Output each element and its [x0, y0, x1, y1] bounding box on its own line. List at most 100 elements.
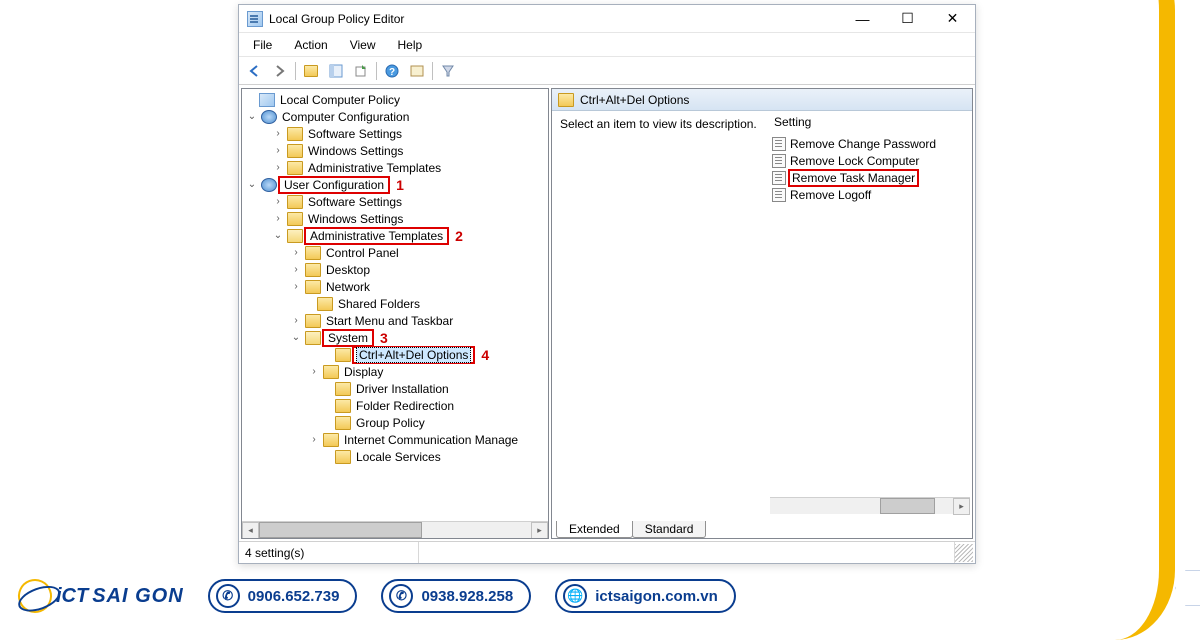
policy-icon [772, 188, 786, 202]
globe-icon: 🌐 [563, 584, 587, 608]
expand-icon[interactable]: › [290, 281, 302, 292]
setting-remove-lock-computer[interactable]: Remove Lock Computer [770, 152, 970, 169]
tree-scrollbar-h[interactable]: ◂ ▸ [242, 521, 548, 538]
tab-extended[interactable]: Extended [556, 521, 633, 538]
policy-icon [772, 154, 786, 168]
tree-cc-software[interactable]: ›Software Settings [242, 125, 548, 142]
folder-icon [558, 93, 574, 107]
expand-icon[interactable]: › [290, 264, 302, 275]
expand-icon[interactable]: ⌄ [246, 179, 258, 190]
tree-locale[interactable]: Locale Services [242, 448, 548, 465]
phone-1[interactable]: ✆0906.652.739 [208, 579, 358, 613]
menu-view[interactable]: View [340, 36, 386, 54]
tree-network[interactable]: ›Network [242, 278, 548, 295]
tree-start-menu[interactable]: ›Start Menu and Taskbar [242, 312, 548, 329]
tree-control-panel[interactable]: ›Control Panel [242, 244, 548, 261]
details-pane: Ctrl+Alt+Del Options Select an item to v… [551, 88, 973, 539]
phone-icon: ✆ [216, 584, 240, 608]
tree-uc-admin[interactable]: ⌄Administrative Templates2 [242, 227, 548, 244]
settings-column-header[interactable]: Setting [770, 113, 970, 135]
setting-remove-change-password[interactable]: Remove Change Password [770, 135, 970, 152]
annotation-1: 1 [396, 177, 404, 193]
phone-2[interactable]: ✆0938.928.258 [381, 579, 531, 613]
menu-action[interactable]: Action [284, 36, 337, 54]
scroll-left-icon[interactable]: ◂ [242, 522, 259, 539]
page-footer: iCT SAI GON ✆0906.652.739 ✆0938.928.258 … [0, 572, 1200, 620]
scroll-right-icon[interactable]: ▸ [953, 498, 970, 515]
expand-icon[interactable]: › [308, 366, 320, 377]
annotation-2: 2 [455, 228, 463, 244]
window-title: Local Group Policy Editor [269, 12, 840, 26]
tree-group-policy[interactable]: Group Policy [242, 414, 548, 431]
expand-icon[interactable]: › [272, 196, 284, 207]
toolbar: ? [239, 57, 975, 85]
tree-display[interactable]: ›Display [242, 363, 548, 380]
page-decoration [980, 0, 1200, 640]
expand-icon[interactable]: ⌄ [246, 111, 258, 122]
scroll-right-icon[interactable]: ▸ [531, 522, 548, 539]
close-button[interactable]: ✕ [930, 5, 975, 33]
tree-ctrl-alt-del[interactable]: Ctrl+Alt+Del Options4 [242, 346, 548, 363]
phone-icon: ✆ [389, 584, 413, 608]
expand-icon[interactable]: ⌄ [272, 230, 284, 241]
svg-text:?: ? [389, 67, 395, 78]
tree-system[interactable]: ⌄System3 [242, 329, 548, 346]
menu-help[interactable]: Help [388, 36, 433, 54]
tree-cc-admin[interactable]: ›Administrative Templates [242, 159, 548, 176]
website-link[interactable]: 🌐ictsaigon.com.vn [555, 579, 736, 613]
details-header: Ctrl+Alt+Del Options [552, 89, 972, 111]
help-button[interactable]: ? [380, 60, 404, 82]
app-icon [247, 11, 263, 27]
brand-logo: iCT SAI GON [18, 579, 184, 613]
up-folder-button[interactable] [299, 60, 323, 82]
tree-internet-comm[interactable]: ›Internet Communication Manage [242, 431, 548, 448]
policy-icon [772, 137, 786, 151]
forward-button[interactable] [268, 60, 292, 82]
settings-scrollbar-h[interactable]: ▸ [770, 497, 970, 514]
statusbar: 4 setting(s) [239, 541, 975, 563]
tree-user-config[interactable]: ⌄User Configuration1 [242, 176, 548, 193]
expand-icon[interactable]: › [272, 213, 284, 224]
tree-root[interactable]: Local Computer Policy [242, 91, 548, 108]
expand-icon[interactable]: ⌄ [290, 332, 302, 343]
titlebar[interactable]: Local Group Policy Editor — ☐ ✕ [239, 5, 975, 33]
gpedit-window: Local Group Policy Editor — ☐ ✕ File Act… [238, 4, 976, 564]
back-button[interactable] [243, 60, 267, 82]
tree-uc-windows[interactable]: ›Windows Settings [242, 210, 548, 227]
tree-uc-software[interactable]: ›Software Settings [242, 193, 548, 210]
tree-folder-redirection[interactable]: Folder Redirection [242, 397, 548, 414]
expand-icon[interactable]: › [290, 315, 302, 326]
policy-icon [772, 171, 786, 185]
tree-shared-folders[interactable]: Shared Folders [242, 295, 548, 312]
scroll-thumb[interactable] [259, 522, 422, 538]
scroll-thumb[interactable] [880, 498, 935, 514]
expand-icon[interactable]: › [290, 247, 302, 258]
details-title: Ctrl+Alt+Del Options [580, 93, 689, 107]
menu-file[interactable]: File [243, 36, 282, 54]
minimize-button[interactable]: — [840, 5, 885, 33]
status-count: 4 setting(s) [239, 542, 419, 563]
view-tabs: Extended Standard [552, 516, 972, 538]
menubar: File Action View Help [239, 33, 975, 57]
orbit-icon [13, 574, 57, 618]
show-hide-tree-button[interactable] [324, 60, 348, 82]
expand-icon[interactable]: › [272, 128, 284, 139]
export-button[interactable] [349, 60, 373, 82]
setting-remove-logoff[interactable]: Remove Logoff [770, 186, 970, 203]
tab-standard[interactable]: Standard [632, 521, 707, 538]
expand-icon[interactable]: › [272, 162, 284, 173]
tree-computer-config[interactable]: ⌄Computer Configuration [242, 108, 548, 125]
setting-remove-task-manager[interactable]: Remove Task Manager [770, 169, 970, 186]
resize-grip-icon[interactable] [955, 544, 973, 562]
filter-button[interactable] [436, 60, 460, 82]
tree-driver-install[interactable]: Driver Installation [242, 380, 548, 397]
annotation-3: 3 [380, 330, 388, 346]
properties-button[interactable] [405, 60, 429, 82]
maximize-button[interactable]: ☐ [885, 5, 930, 33]
tree-cc-windows[interactable]: ›Windows Settings [242, 142, 548, 159]
expand-icon[interactable]: › [308, 434, 320, 445]
description-text: Select an item to view its description. [552, 111, 768, 516]
expand-icon[interactable]: › [272, 145, 284, 156]
tree-desktop[interactable]: ›Desktop [242, 261, 548, 278]
tree-pane: Local Computer Policy ⌄Computer Configur… [241, 88, 549, 539]
